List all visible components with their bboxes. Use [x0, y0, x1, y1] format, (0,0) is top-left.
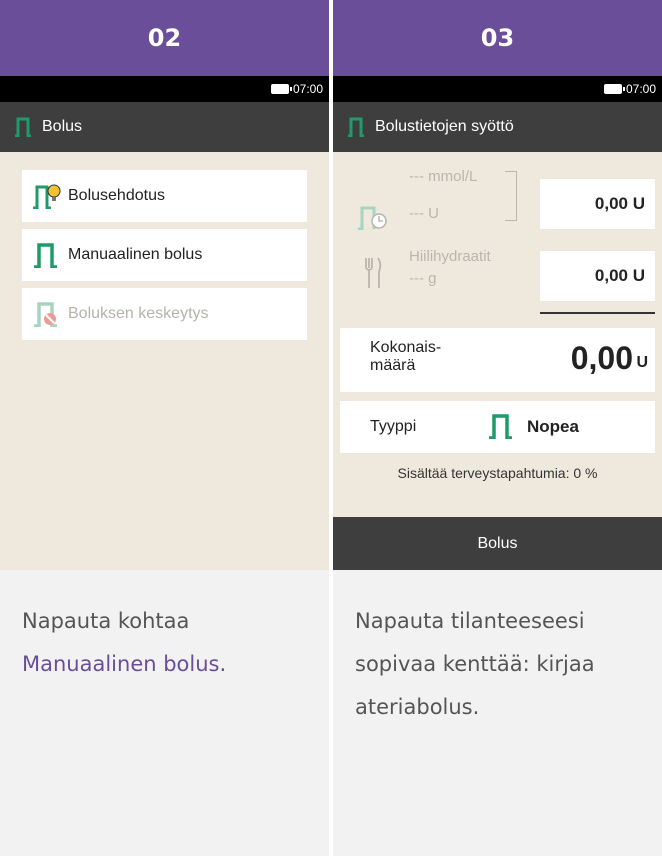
bolus-cancel-icon — [34, 302, 57, 327]
carb-dose-field[interactable]: 0,00 U — [540, 251, 655, 301]
carb-row[interactable]: Hiilihydraatit --- g 0,00 U — [333, 248, 662, 333]
clock: 07:00 — [625, 82, 656, 96]
total-label: Kokonais- määrä — [370, 339, 442, 374]
instruction-caption: Napauta kohtaa Manuaalinen bolus. — [0, 570, 329, 856]
menu-item-bolus-cancel[interactable]: Boluksen keskeytys — [22, 288, 307, 340]
bolus-icon — [348, 117, 364, 137]
bolus-icon — [15, 117, 31, 137]
bolus-advice-row[interactable]: --- mmol/L --- U 0,00 U — [333, 168, 662, 248]
menu-item-label: Manuaalinen bolus — [68, 246, 203, 263]
status-bar: 07:00 — [0, 76, 329, 102]
caption-period: . — [219, 652, 227, 676]
step-panel-02: 02 07:00 Bolus Bolusehdotus Manuaalinen … — [0, 0, 329, 856]
menu-item-manual-bolus[interactable]: Manuaalinen bolus — [22, 229, 307, 281]
step-number: 02 — [0, 0, 329, 76]
caption-text: Napauta kohtaa — [22, 609, 190, 633]
screen-titlebar: Bolus — [0, 102, 329, 152]
type-value: Nopea — [527, 417, 579, 436]
status-bar: 07:00 — [333, 76, 662, 102]
bolus-advice-icon — [33, 184, 61, 209]
carb-label: Hiilihydraatit — [409, 248, 491, 265]
total-amount-box[interactable]: Kokonais- määrä 0,00 U — [340, 328, 655, 392]
clock: 07:00 — [292, 82, 323, 96]
screen-title: Bolus — [42, 118, 83, 135]
carb-value: --- g — [409, 270, 437, 287]
menu-item-label: Bolusehdotus — [68, 187, 165, 204]
battery-icon — [603, 84, 625, 94]
menu-item-bolus-advice[interactable]: Bolusehdotus — [22, 170, 307, 222]
sum-line — [540, 312, 655, 314]
step-number: 03 — [333, 0, 662, 76]
instruction-caption: Napauta tilanteeseesi sopivaa kenttää: k… — [333, 570, 662, 856]
total-value: 0,00 — [570, 340, 633, 376]
health-events-info: Sisältää terveystapahtumia: 0 % — [397, 465, 598, 481]
advice-value: --- U — [409, 205, 439, 222]
step-panel-03: 03 07:00 Bolustietojen syöttö --- mmol/L… — [333, 0, 662, 856]
advice-dose-field[interactable]: 0,00 U — [540, 179, 655, 229]
bolus-clock-icon — [358, 206, 387, 230]
menu-item-label: Boluksen keskeytys — [68, 305, 209, 322]
type-label: Tyyppi — [370, 418, 417, 435]
screen-titlebar: Bolustietojen syöttö — [333, 102, 662, 152]
device-screen: --- mmol/L --- U 0,00 U Hiilihydraatit -… — [333, 152, 662, 517]
bg-value: --- mmol/L — [409, 168, 478, 185]
screen-title: Bolustietojen syöttö — [375, 118, 514, 135]
caption-link[interactable]: Manuaalinen bolus — [22, 652, 220, 676]
bolus-icon — [489, 414, 512, 439]
bolus-type-box[interactable]: Tyyppi Nopea — [340, 401, 655, 453]
total-unit: U — [636, 354, 648, 371]
bracket — [505, 171, 517, 221]
device-screen: Bolusehdotus Manuaalinen bolus Boluksen … — [0, 152, 329, 570]
bolus-icon — [34, 243, 57, 268]
bolus-button[interactable]: Bolus — [333, 517, 662, 570]
battery-icon — [270, 84, 292, 94]
fork-knife-icon — [365, 257, 382, 288]
